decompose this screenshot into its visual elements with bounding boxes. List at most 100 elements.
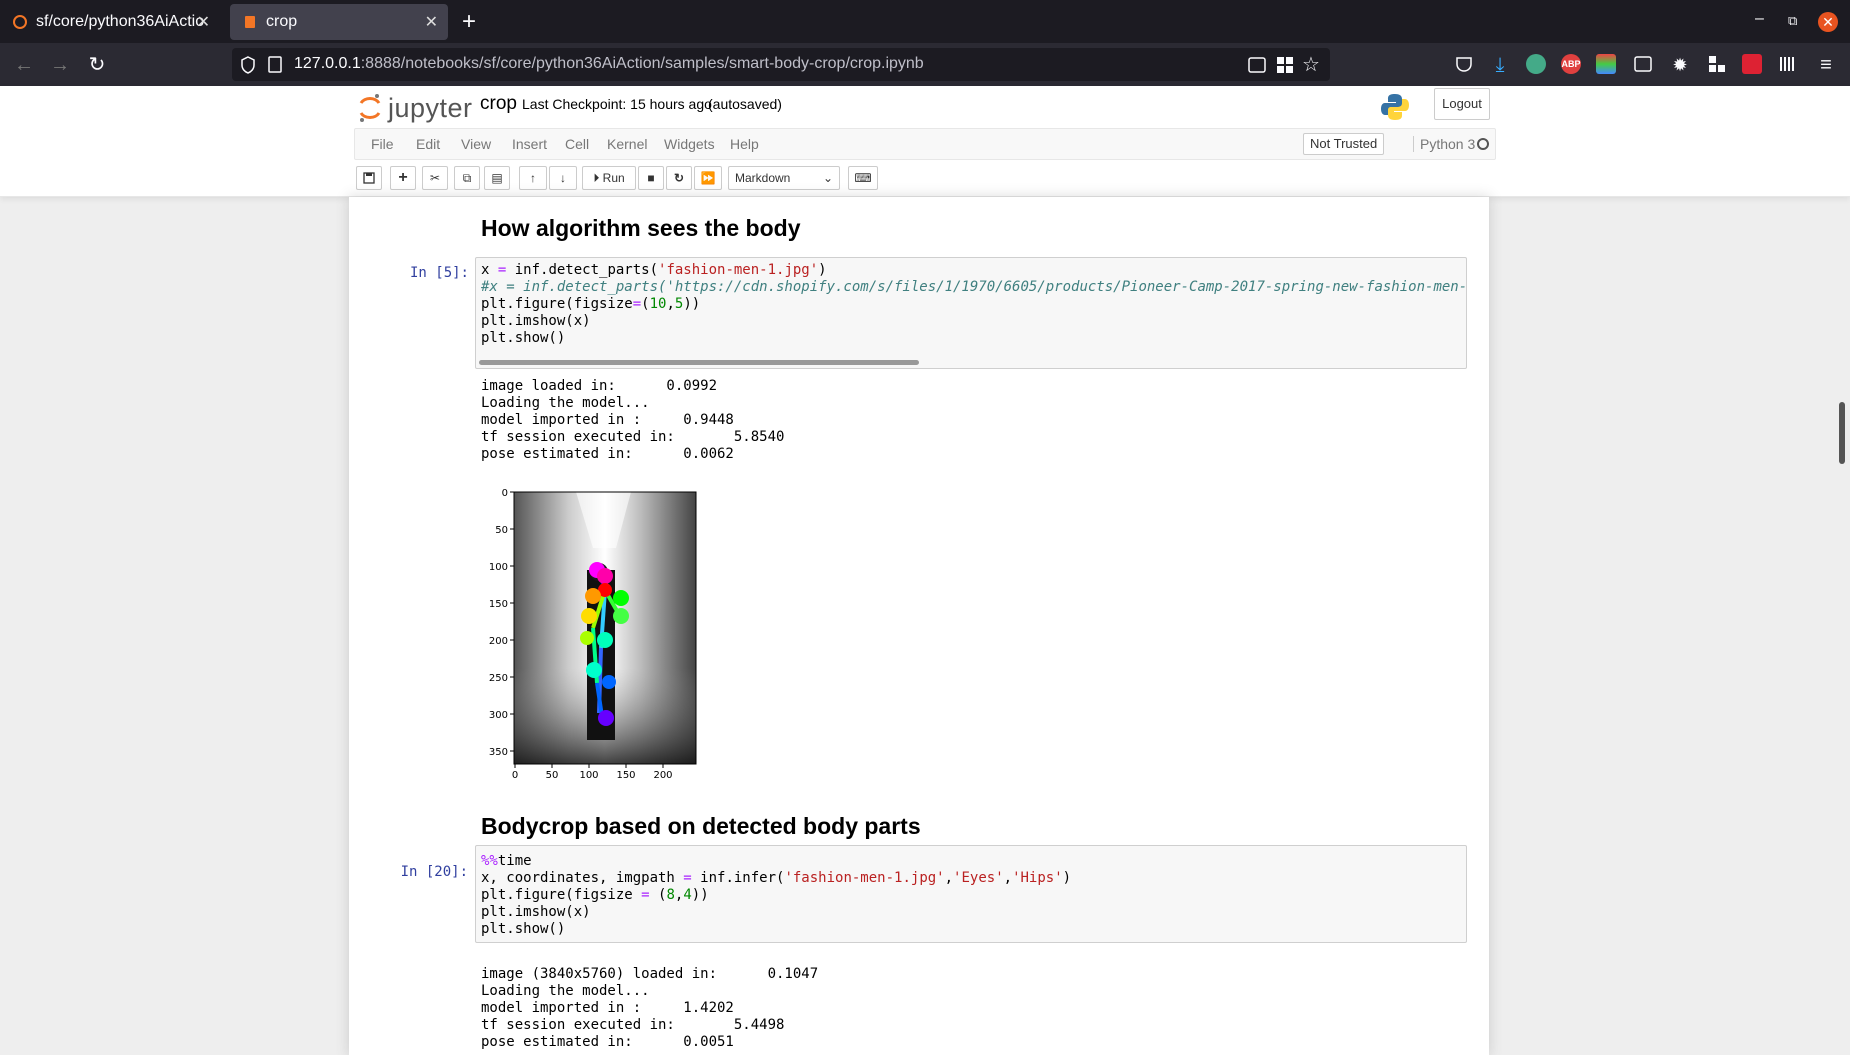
output-line: tf session executed in: 5.4498 bbox=[481, 1017, 785, 1033]
cell-output-text: image (3840x5760) loaded in: 0.1047 Loadi… bbox=[481, 966, 818, 1051]
code-cell-editor[interactable]: %%time x, coordinates, imgpath = inf.inf… bbox=[475, 845, 1467, 943]
run-label: Run bbox=[602, 171, 625, 185]
url-path: :8888/notebooks/sf/core/python36AiAction… bbox=[360, 55, 924, 72]
menu-edit[interactable]: Edit bbox=[416, 136, 440, 152]
step-forward-icon: ⏵ bbox=[593, 171, 600, 185]
autosave-status: (autosaved) bbox=[708, 96, 782, 112]
pocket-icon[interactable] bbox=[1455, 55, 1473, 73]
cell-type-select[interactable]: Markdown ⌄ bbox=[728, 166, 840, 190]
keyboard-icon: ⌨ bbox=[854, 171, 872, 185]
new-tab-plus-icon[interactable]: + bbox=[462, 8, 476, 36]
menu-file[interactable]: File bbox=[371, 136, 394, 152]
url-bar[interactable]: 127.0.0.1:8888/notebooks/sf/core/python3… bbox=[232, 48, 1330, 81]
grid-icon[interactable] bbox=[1276, 56, 1294, 74]
maximize-icon[interactable]: ⧉ bbox=[1788, 13, 1797, 29]
output-line: model imported in : 1.4202 bbox=[481, 1000, 734, 1016]
code-cell-editor[interactable]: x = inf.detect_parts('fashion-men-1.jpg'… bbox=[475, 257, 1467, 369]
minimize-icon[interactable]: ‒ bbox=[1755, 10, 1764, 28]
kernel-name[interactable]: Python 3 bbox=[1413, 136, 1475, 152]
run-button[interactable]: ⏵ Run bbox=[582, 166, 636, 190]
markdown-heading[interactable]: Bodycrop based on detected body parts bbox=[481, 813, 921, 840]
browser-tab-notebook-dir[interactable]: sf/core/python36AiActio ✕ bbox=[0, 4, 220, 40]
code-text[interactable]: %%time x, coordinates, imgpath = inf.inf… bbox=[476, 846, 1466, 942]
download-icon[interactable]: ⤓ bbox=[1488, 53, 1512, 77]
restart-icon: ↻ bbox=[673, 171, 685, 185]
paste-icon: ▤ bbox=[491, 171, 503, 185]
output-line: tf session executed in: 5.8540 bbox=[481, 429, 785, 445]
output-line: image loaded in: 0.0992 bbox=[481, 378, 718, 394]
jupyter-favicon-icon bbox=[10, 12, 30, 32]
menu-kernel[interactable]: Kernel bbox=[607, 136, 647, 152]
x-axis: 0 50 100 150 200 bbox=[512, 764, 673, 780]
shield-icon[interactable] bbox=[240, 56, 256, 74]
notebook-favicon-icon bbox=[240, 12, 260, 32]
browser-tab-crop[interactable]: crop ✕ bbox=[230, 4, 448, 40]
output-line: image (3840x5760) loaded in: 0.1047 bbox=[481, 966, 819, 982]
x-tick-label: 100 bbox=[579, 770, 598, 780]
paste-button[interactable]: ▤ bbox=[484, 166, 510, 190]
save-icon bbox=[363, 172, 375, 184]
horizontal-scrollbar[interactable] bbox=[479, 360, 919, 365]
cut-button[interactable]: ✂ bbox=[422, 166, 448, 190]
insert-cell-button[interactable]: + bbox=[390, 166, 416, 190]
restart-button[interactable]: ↻ bbox=[666, 166, 692, 190]
chevron-down-icon: ⌄ bbox=[822, 171, 833, 185]
markdown-heading[interactable]: How algorithm sees the body bbox=[481, 215, 801, 242]
arrow-up-icon: ↑ bbox=[530, 171, 536, 185]
fast-forward-icon: ⏩ bbox=[700, 171, 716, 185]
y-tick-label: 300 bbox=[489, 710, 508, 721]
copy-icon: ⧉ bbox=[462, 171, 472, 185]
browser-nav-bar: ← → ↻ 127.0.0.1:8888/notebooks/sf/core/p… bbox=[0, 43, 1850, 86]
extensions-puzzle-icon[interactable] bbox=[1708, 55, 1726, 73]
save-button[interactable] bbox=[356, 166, 382, 190]
adblock-icon[interactable]: ABP bbox=[1561, 54, 1581, 74]
python-logo-icon bbox=[1381, 94, 1409, 120]
plus-icon: + bbox=[398, 169, 408, 186]
extension-stack-icon[interactable] bbox=[1596, 54, 1616, 74]
jupyter-logo-text: jupyter bbox=[388, 92, 473, 123]
hamburger-menu-icon[interactable]: ≡ bbox=[1814, 53, 1838, 77]
copy-button[interactable]: ⧉ bbox=[454, 166, 480, 190]
interrupt-button[interactable]: ■ bbox=[638, 166, 664, 190]
reload-icon[interactable]: ↻ bbox=[85, 53, 109, 77]
scissors-icon: ✂ bbox=[429, 171, 441, 185]
restart-run-all-button[interactable]: ⏩ bbox=[694, 166, 722, 190]
forward-arrow-icon[interactable]: → bbox=[48, 53, 72, 77]
extension-bug-icon[interactable]: ✹ bbox=[1668, 53, 1692, 77]
page-vertical-scrollbar[interactable] bbox=[1839, 402, 1845, 464]
menu-widgets[interactable]: Widgets bbox=[664, 136, 715, 152]
move-up-button[interactable]: ↑ bbox=[519, 166, 547, 190]
output-line: pose estimated in: 0.0051 bbox=[481, 1034, 734, 1050]
bookmark-star-icon[interactable]: ☆ bbox=[1302, 52, 1320, 77]
code-text[interactable]: x = inf.detect_parts('fashion-men-1.jpg'… bbox=[476, 258, 1466, 351]
menu-view[interactable]: View bbox=[461, 136, 491, 152]
extension-red-icon[interactable] bbox=[1742, 54, 1762, 74]
tab-close-icon[interactable]: ✕ bbox=[425, 12, 438, 32]
extension-globe-icon[interactable] bbox=[1526, 54, 1546, 74]
jupyter-logo-icon bbox=[359, 94, 381, 122]
jupyter-logo[interactable]: jupyter bbox=[358, 92, 473, 124]
extension-window-icon[interactable] bbox=[1634, 55, 1652, 73]
tab-close-icon[interactable]: ✕ bbox=[197, 12, 210, 32]
output-line: pose estimated in: 0.0062 bbox=[481, 446, 734, 462]
page-info-icon[interactable] bbox=[268, 56, 282, 74]
reader-view-icon[interactable] bbox=[1248, 56, 1266, 74]
window-close-icon[interactable]: ✕ bbox=[1818, 12, 1838, 32]
arrow-down-icon: ↓ bbox=[560, 171, 566, 185]
tab-title: crop bbox=[266, 13, 298, 30]
browser-tab-bar: sf/core/python36AiActio ✕ crop ✕ + ‒ ⧉ ✕ bbox=[0, 0, 1850, 43]
library-icon[interactable] bbox=[1779, 55, 1797, 73]
notebook-name[interactable]: crop bbox=[480, 93, 517, 115]
url-text[interactable]: 127.0.0.1:8888/notebooks/sf/core/python3… bbox=[294, 55, 924, 73]
trust-button[interactable]: Not Trusted bbox=[1303, 133, 1385, 155]
output-line: Loading the model... bbox=[481, 983, 650, 999]
command-palette-button[interactable]: ⌨ bbox=[848, 166, 878, 190]
menu-help[interactable]: Help bbox=[730, 136, 759, 152]
back-arrow-icon[interactable]: ← bbox=[12, 53, 36, 77]
pose-plot: 0 50 100 150 200 250 300 350 0 50 100 15… bbox=[489, 488, 697, 780]
move-down-button[interactable]: ↓ bbox=[549, 166, 577, 190]
y-axis: 0 50 100 150 200 250 300 350 bbox=[489, 488, 514, 758]
menu-insert[interactable]: Insert bbox=[512, 136, 547, 152]
menu-cell[interactable]: Cell bbox=[565, 136, 589, 152]
logout-button[interactable]: Logout bbox=[1434, 88, 1490, 120]
